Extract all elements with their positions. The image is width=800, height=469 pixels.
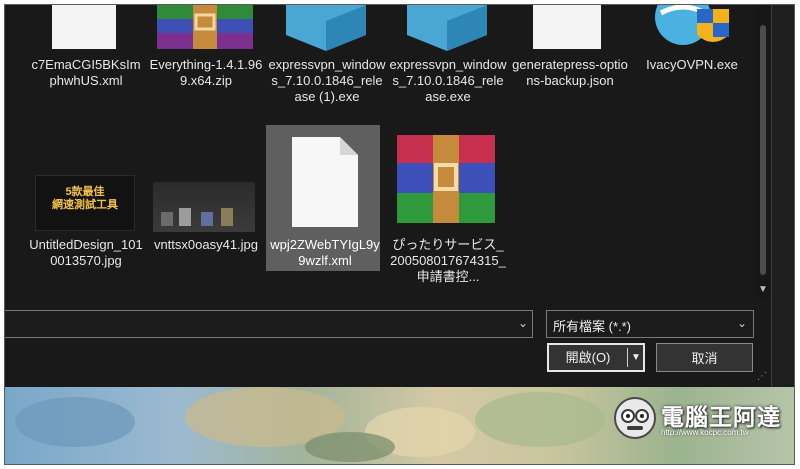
- resize-grip-icon[interactable]: ⋰: [757, 371, 767, 382]
- chevron-down-icon[interactable]: ⌄: [518, 316, 528, 330]
- file-name: vnttsx0oasy41.jpg: [153, 237, 259, 252]
- installer-box-icon: [286, 5, 366, 51]
- cancel-button[interactable]: 取消: [656, 343, 753, 372]
- watermark-text: 電腦王阿達: [661, 405, 781, 431]
- file-item[interactable]: vnttsx0oasy41.jpg: [145, 175, 263, 275]
- file-list[interactable]: c7EmaCGI5BKsImphwhUS.xml Everything-1.4.…: [5, 5, 755, 297]
- winrar-archive-icon: [397, 135, 495, 223]
- file-item[interactable]: expressvpn_windows_7.10.0.1846_release.e…: [387, 5, 507, 109]
- open-button[interactable]: 開啟(O) ▼: [547, 343, 645, 372]
- open-file-dialog: c7EmaCGI5BKsImphwhUS.xml Everything-1.4.…: [5, 5, 772, 387]
- open-button-label: 開啟(O): [565, 350, 611, 365]
- file-name: UntitledDesign_1010013570.jpg: [29, 237, 143, 268]
- file-name: wpj2ZWebTYIgL9y9wzlf.xml: [270, 237, 380, 268]
- installer-box-icon: [407, 5, 487, 51]
- blank-file-icon: [292, 137, 358, 227]
- mascot-icon: [614, 397, 656, 439]
- image-thumbnail: [153, 182, 255, 232]
- file-name: c7EmaCGI5BKsImphwhUS.xml: [31, 57, 141, 88]
- image-thumbnail: 5款最佳 網速測試工具: [35, 175, 135, 231]
- json-file-icon: [533, 5, 601, 49]
- filetype-value: 所有檔案 (*.*): [553, 319, 632, 334]
- file-name: expressvpn_windows_7.10.0.1846_release (…: [268, 57, 386, 104]
- filename-input[interactable]: ⌄: [5, 310, 533, 338]
- file-name: IvacyOVPN.exe: [646, 57, 738, 72]
- file-name: Everything-1.4.1.969.x64.zip: [149, 57, 263, 88]
- file-name: generatepress-options-backup.json: [512, 57, 628, 88]
- file-item[interactable]: IvacyOVPN.exe: [631, 5, 749, 85]
- chevron-down-icon: ⌄: [736, 316, 747, 330]
- filetype-select[interactable]: 所有檔案 (*.*) ⌄: [546, 310, 754, 338]
- screenshot-frame: c7EmaCGI5BKsImphwhUS.xml Everything-1.4.…: [4, 4, 795, 465]
- watermark-url: http://www.kocpc.com.tw: [661, 428, 749, 437]
- file-item-selected[interactable]: wpj2ZWebTYIgL9y9wzlf.xml: [266, 125, 380, 271]
- cancel-button-label: 取消: [691, 351, 718, 366]
- scroll-down-icon[interactable]: ▼: [758, 285, 768, 295]
- vertical-scrollbar[interactable]: ▼: [755, 5, 771, 297]
- open-options-dropdown-icon[interactable]: ▼: [631, 345, 641, 370]
- file-item[interactable]: Everything-1.4.1.969.x64.zip: [145, 5, 263, 97]
- thumbnail-caption: 5款最佳 網速測試工具: [52, 186, 118, 211]
- file-item[interactable]: c7EmaCGI5BKsImphwhUS.xml: [27, 5, 145, 97]
- watermark-logo: 電腦王阿達 http://www.kocpc.com.tw: [613, 390, 793, 450]
- file-name: ぴったりサービス_200508017674315_申請書控...: [390, 237, 506, 284]
- winrar-archive-icon: [157, 5, 253, 49]
- file-item[interactable]: 5款最佳 網速測試工具 UntitledDesign_1010013570.jp…: [27, 175, 145, 275]
- file-name: expressvpn_windows_7.10.0.1846_release.e…: [389, 57, 507, 104]
- button-separator: [627, 348, 628, 367]
- xml-file-icon: [52, 5, 116, 49]
- scrollbar-thumb[interactable]: [760, 25, 766, 275]
- file-item[interactable]: generatepress-options-backup.json: [509, 5, 628, 109]
- file-item[interactable]: expressvpn_windows_7.10.0.1846_release (…: [266, 5, 386, 125]
- ivacy-shield-icon: [655, 5, 729, 45]
- file-item[interactable]: ぴったりサービス_200508017674315_申請書控...: [387, 135, 506, 295]
